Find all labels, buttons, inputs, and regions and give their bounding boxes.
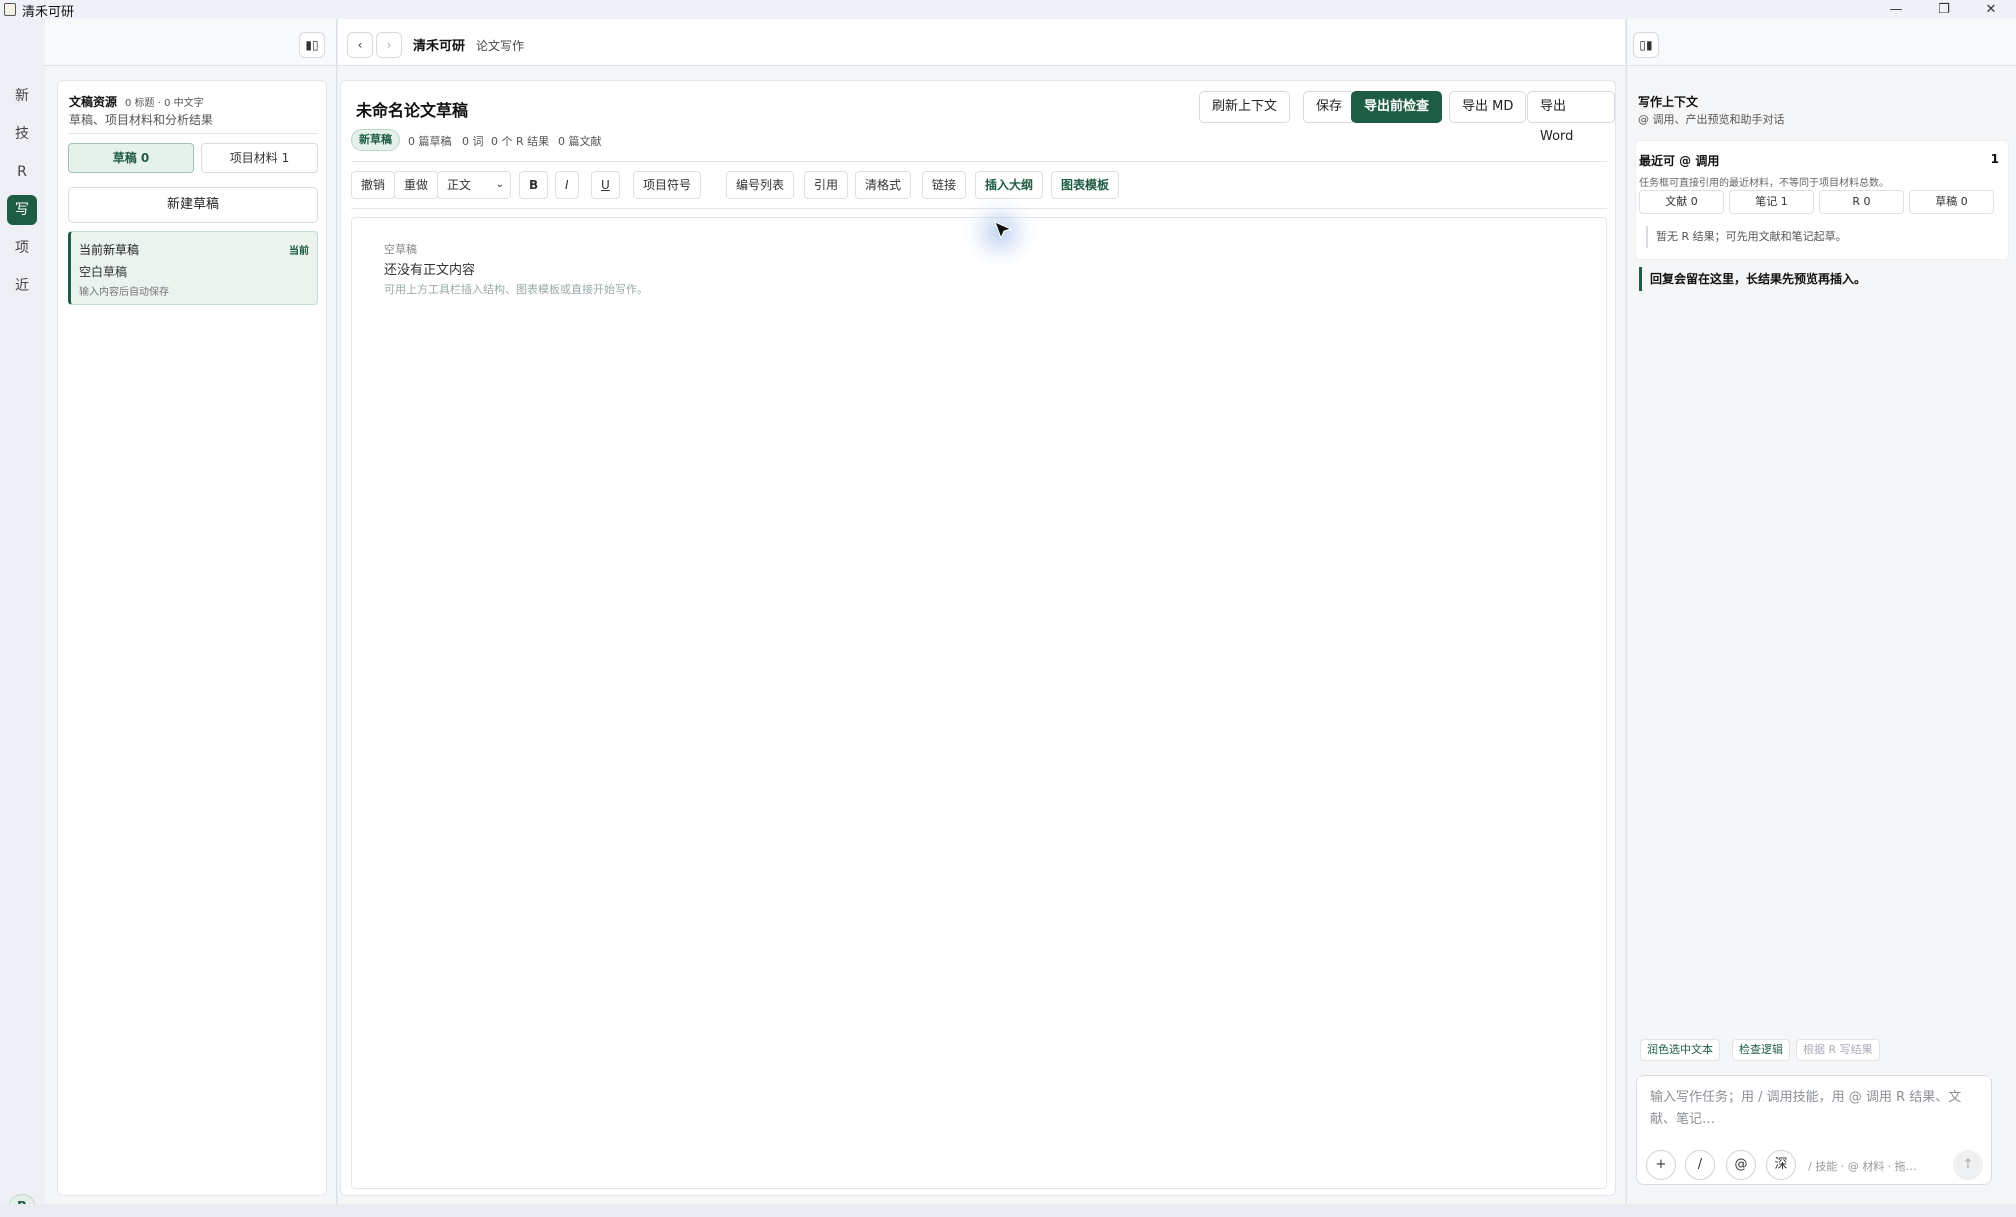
refresh-context-button[interactable]: 刷新上下文 <box>1199 91 1291 123</box>
chart-template-button[interactable]: 图表模板 <box>1051 171 1120 199</box>
recent-count: 1 <box>1990 152 1999 166</box>
back-button[interactable]: ‹ <box>347 32 373 58</box>
new-draft-button[interactable]: 新建草稿 <box>68 187 318 223</box>
chip-drafts[interactable]: 草稿 0 <box>1909 190 1994 214</box>
meta-drafts: 0 篇草稿 <box>408 135 452 148</box>
tab-drafts[interactable]: 草稿 0 <box>68 143 194 173</box>
title-bar: 清禾可研 — ❐ ✕ <box>0 0 2016 20</box>
bottom-bar <box>0 1204 2016 1217</box>
divider <box>351 161 1607 162</box>
rail-item-skills[interactable]: 技 <box>7 119 37 149</box>
send-button[interactable]: ↑ <box>1953 1150 1983 1180</box>
chip-r-results[interactable]: R 0 <box>1819 190 1904 214</box>
mouse-cursor-icon <box>994 221 1013 240</box>
empty-hint: 可用上方工具栏插入结构、图表模板或直接开始写作。 <box>384 283 648 296</box>
undo-button[interactable]: 撤销 <box>351 171 396 199</box>
current-badge: 当前 <box>289 246 309 257</box>
resources-panel: 文稿资源 0 标题 · 0 中文字 草稿、项目材料和分析结果 草稿 0 项目材料… <box>45 66 337 1204</box>
divider <box>68 133 318 134</box>
rail-item-r[interactable]: R <box>7 157 37 187</box>
assistant-input[interactable] <box>1638 1077 1990 1137</box>
document-title[interactable]: 未命名论文草稿 <box>356 97 468 121</box>
assistant-input-box: + / @ 深 / 技能 · @ 材料 · 拖… ↑ <box>1636 1075 1992 1185</box>
draft-hint: 输入内容后自动保存 <box>79 287 169 298</box>
deep-mode-button[interactable]: 深 <box>1766 1150 1796 1180</box>
pre-export-check-button[interactable]: 导出前检查 <box>1351 91 1443 123</box>
draft-subtitle: 空白草稿 <box>79 265 128 279</box>
rail-item-write[interactable]: 写 <box>7 195 37 225</box>
resources-card: 文稿资源 0 标题 · 0 中文字 草稿、项目材料和分析结果 草稿 0 项目材料… <box>57 80 327 1196</box>
tab-project-materials[interactable]: 项目材料 1 <box>201 143 318 173</box>
minimize-button[interactable]: — <box>1873 0 1919 19</box>
empty-title: 还没有正文内容 <box>384 263 476 278</box>
collapse-right-panel-button[interactable]: ▯▮ <box>1633 32 1659 58</box>
app-icon <box>4 3 16 16</box>
skill-button[interactable]: / <box>1685 1150 1715 1180</box>
main-header: ‹ › 清禾可研 论文写作 <box>338 19 1625 66</box>
check-logic-button[interactable]: 检查逻辑 <box>1732 1039 1790 1061</box>
clear-format-button[interactable]: 清格式 <box>855 171 912 199</box>
write-from-r-button[interactable]: 根据 R 写结果 <box>1796 1039 1880 1061</box>
chip-references[interactable]: 文献 0 <box>1639 190 1724 214</box>
quote-button[interactable]: 引用 <box>804 171 849 199</box>
paragraph-style-select[interactable]: 正文 ⌄ <box>437 171 511 199</box>
insert-outline-button[interactable]: 插入大纲 <box>975 171 1044 199</box>
redo-button[interactable]: 重做 <box>394 171 439 199</box>
forward-button[interactable]: › <box>376 32 402 58</box>
meta-words: 0 词 <box>462 135 484 148</box>
chip-notes[interactable]: 笔记 1 <box>1729 190 1814 214</box>
numbered-list-button[interactable]: 编号列表 <box>726 171 795 199</box>
resources-stats: 0 标题 · 0 中文字 <box>125 98 204 109</box>
resources-title: 文稿资源 <box>69 95 118 109</box>
nav-rail: 新 技 R 写 项 近 B <box>0 19 45 1217</box>
window-title: 清禾可研 <box>22 5 75 20</box>
export-word-button[interactable]: 导出 Word <box>1527 91 1615 144</box>
mention-button[interactable]: @ <box>1726 1150 1756 1180</box>
bullet-list-button[interactable]: 项目符号 <box>633 171 702 199</box>
link-button[interactable]: 链接 <box>922 171 967 199</box>
meta-references: 0 篇文献 <box>558 135 602 148</box>
collapse-left-panel-button[interactable]: ▮▯ <box>299 32 325 58</box>
maximize-button[interactable]: ❐ <box>1921 0 1967 19</box>
right-header: ▯▮ <box>1626 19 2016 66</box>
context-panel: 写作上下文 @ 调用、产出预览和助手对话 最近可 @ 调用 1 任务框可直接引用… <box>1626 66 2016 1204</box>
recent-note: 暂无 R 结果；可先用文献和笔记起草。 <box>1646 226 1847 248</box>
context-subtitle: @ 调用、产出预览和助手对话 <box>1638 113 1785 126</box>
draft-item-current[interactable]: 当前新草稿 当前 空白草稿 输入内容后自动保存 <box>68 231 318 305</box>
bold-button[interactable]: B <box>519 171 549 199</box>
context-title: 写作上下文 <box>1638 95 1699 109</box>
export-md-button[interactable]: 导出 MD <box>1449 91 1527 123</box>
close-button[interactable]: ✕ <box>1968 0 2014 19</box>
meta-r-results: 0 个 R 结果 <box>491 135 550 148</box>
save-button[interactable]: 保存 <box>1303 91 1356 123</box>
input-hints: / 技能 · @ 材料 · 拖… <box>1808 1160 1917 1173</box>
breadcrumb-app: 清禾可研 <box>413 39 466 54</box>
editor-body[interactable]: 空草稿 还没有正文内容 可用上方工具栏插入结构、图表模板或直接开始写作。 <box>351 217 1607 1189</box>
reply-note: 回复会留在这里，长结果先预览再插入。 <box>1639 267 1866 291</box>
recent-title: 最近可 @ 调用 <box>1639 154 1720 168</box>
rail-item-recent[interactable]: 近 <box>7 271 37 301</box>
empty-kicker: 空草稿 <box>384 243 417 256</box>
recent-subtitle: 任务框可直接引用的最近材料，不等同于项目材料总数。 <box>1639 178 1889 189</box>
rail-item-project[interactable]: 项 <box>7 233 37 263</box>
underline-button[interactable]: U <box>591 171 620 199</box>
breadcrumb-page: 论文写作 <box>476 39 525 53</box>
resources-subtitle: 草稿、项目材料和分析结果 <box>69 113 214 127</box>
polish-selection-button[interactable]: 润色选中文本 <box>1640 1039 1720 1061</box>
rail-item-new[interactable]: 新 <box>7 81 37 111</box>
recent-callable-box: 最近可 @ 调用 1 任务框可直接引用的最近材料，不等同于项目材料总数。 文献 … <box>1635 140 2009 260</box>
add-button[interactable]: + <box>1646 1150 1676 1180</box>
italic-button[interactable]: I <box>555 171 579 199</box>
chevron-down-icon: ⌄ <box>495 179 504 190</box>
draft-title: 当前新草稿 <box>79 243 140 257</box>
new-draft-badge: 新草稿 <box>351 129 400 151</box>
paragraph-style-value: 正文 <box>447 178 472 192</box>
left-header: ▮▯ <box>45 19 337 66</box>
